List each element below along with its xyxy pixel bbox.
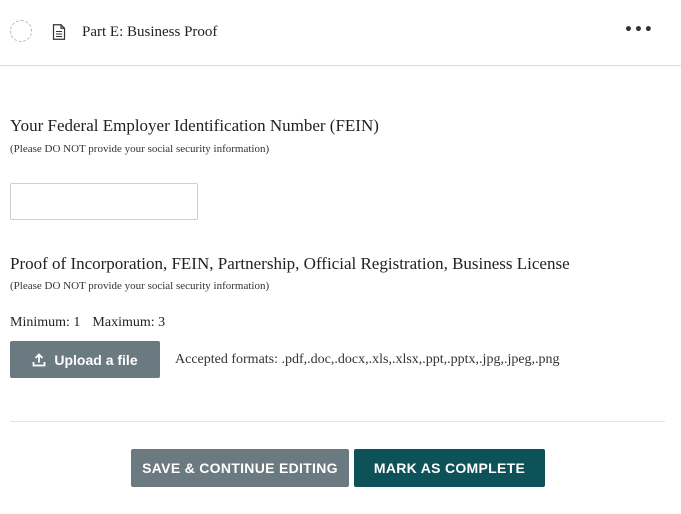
proof-question-title: Proof of Incorporation, FEIN, Partnershi… — [10, 254, 570, 273]
section-title: Part E: Business Proof — [82, 24, 218, 40]
proof-question-note: (Please DO NOT provide your social secur… — [10, 280, 270, 292]
upload-icon — [32, 352, 46, 366]
fein-question-title: Your Federal Employer Identification Num… — [10, 116, 379, 135]
file-count-limits: Minimum: 1 Maximum: 3 — [10, 315, 165, 331]
mark-as-complete-button[interactable]: MARK AS COMPLETE — [354, 449, 545, 487]
upload-file-label: Upload a file — [54, 351, 138, 368]
maximum-files-label: Maximum: 3 — [92, 315, 166, 330]
footer-divider — [10, 421, 665, 422]
upload-file-button[interactable]: Upload a file — [10, 341, 160, 378]
fein-input[interactable] — [10, 183, 198, 220]
accepted-formats-text: Accepted formats: .pdf,.doc,.docx,.xls,.… — [175, 352, 560, 367]
incomplete-status-icon — [10, 20, 32, 42]
minimum-files-label: Minimum: 1 — [10, 315, 81, 330]
save-and-continue-button[interactable]: SAVE & CONTINUE EDITING — [131, 449, 349, 487]
fein-question-note: (Please DO NOT provide your social secur… — [10, 143, 270, 155]
section-header: Part E: Business Proof ••• — [0, 0, 681, 66]
more-options-button[interactable]: ••• — [624, 22, 654, 38]
document-icon — [52, 24, 66, 40]
